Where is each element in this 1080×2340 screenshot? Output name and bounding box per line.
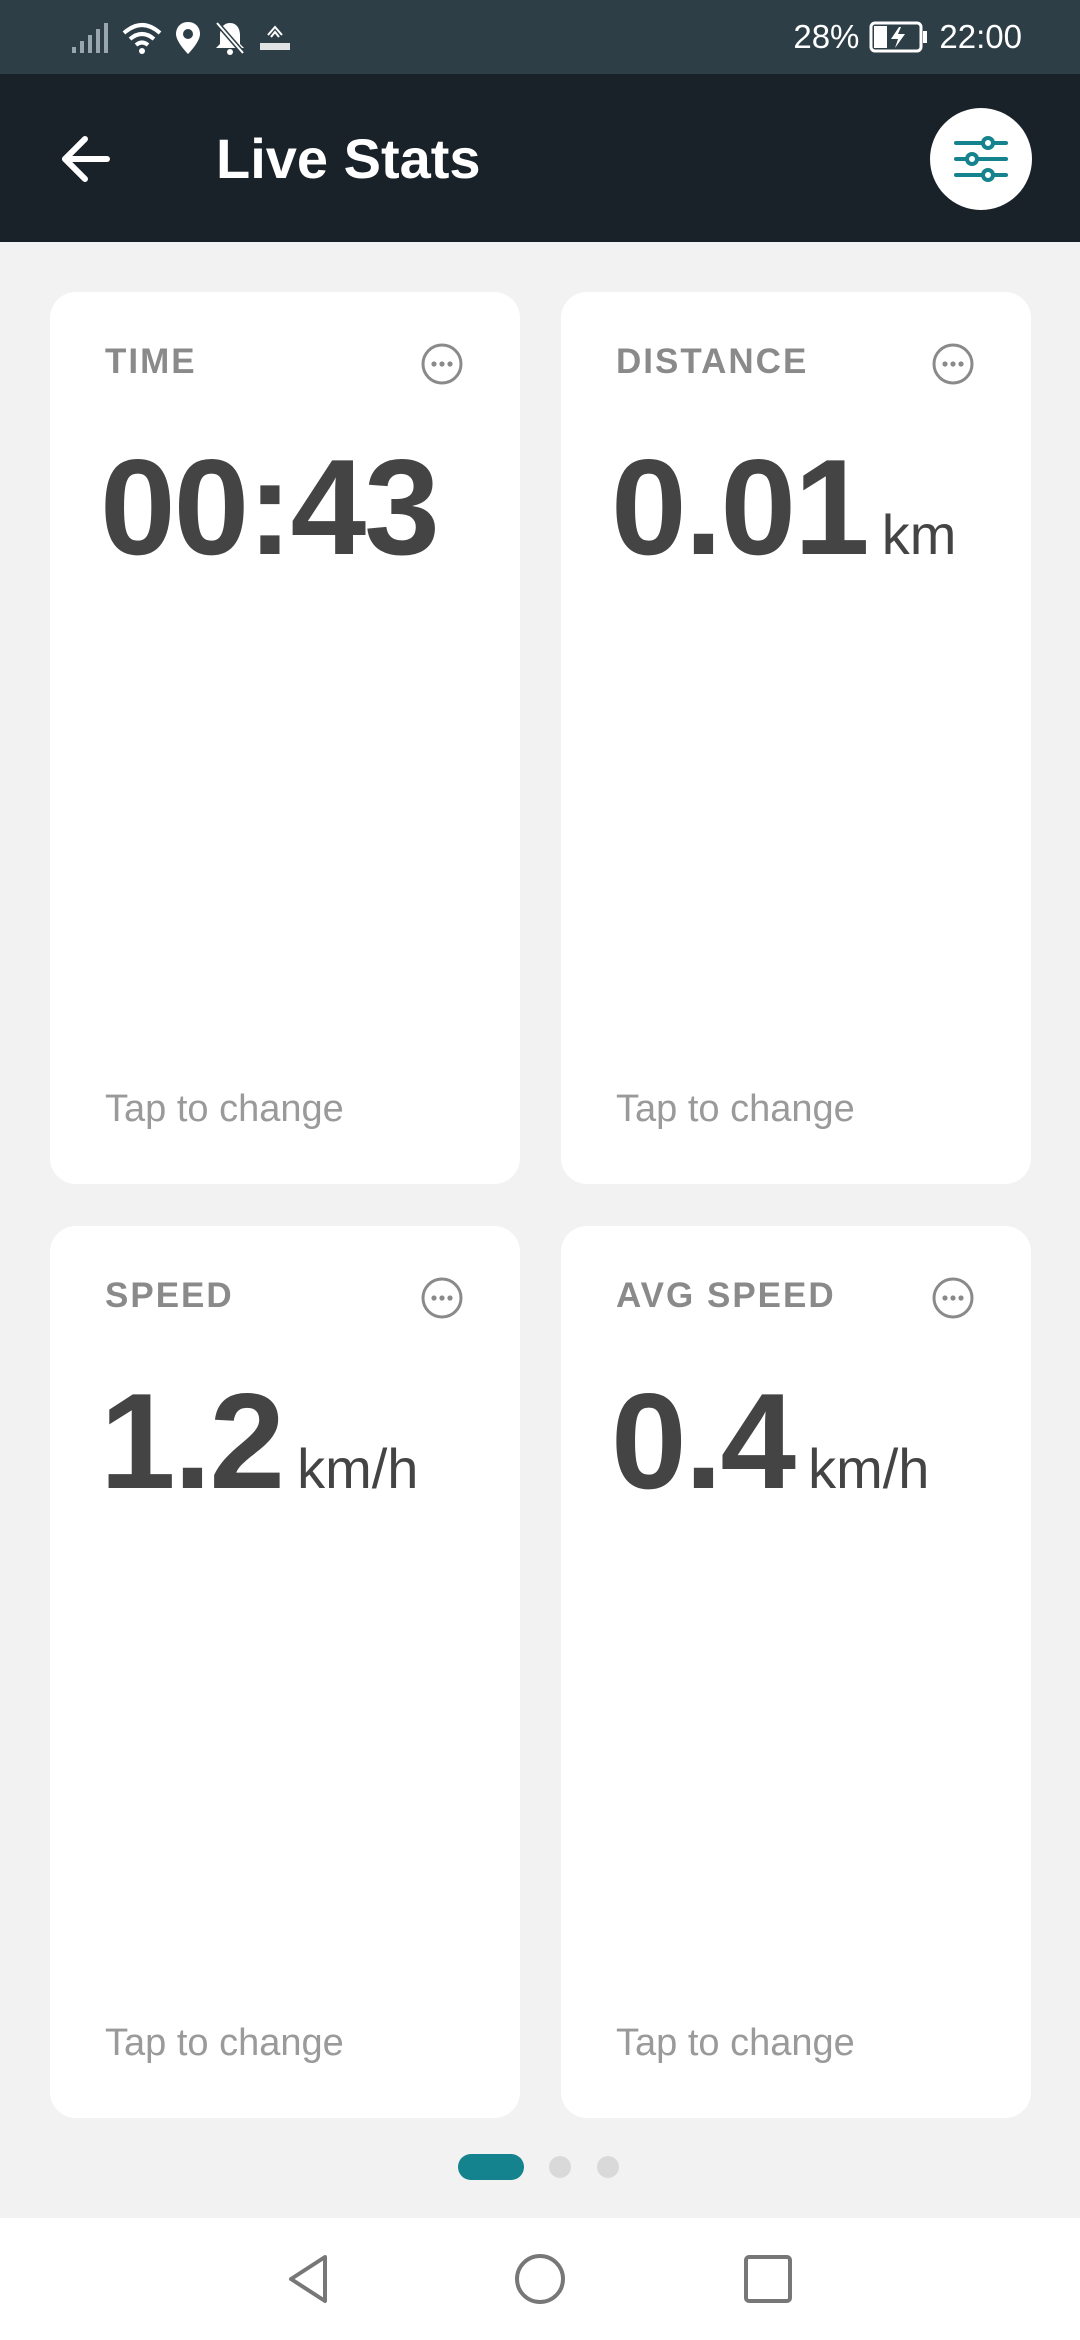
bell-off-icon — [215, 21, 245, 55]
stat-value-row: 1.2 km/h — [100, 1366, 418, 1516]
arrow-left-icon — [62, 136, 110, 182]
stat-card-speed[interactable]: SPEED 1.2 km/h Tap to change — [50, 1226, 520, 2118]
nav-recents-button[interactable] — [733, 2244, 803, 2314]
page-dot[interactable] — [597, 2156, 619, 2178]
stat-label: TIME — [105, 342, 197, 381]
stat-unit: km/h — [297, 1437, 419, 1500]
stat-card-distance[interactable]: DISTANCE 0.01 km Tap to change — [561, 292, 1031, 1184]
filter-button[interactable] — [930, 108, 1032, 210]
more-options-icon[interactable] — [931, 342, 975, 386]
stat-value: 1.2 — [100, 1365, 285, 1517]
page-dot[interactable] — [549, 2156, 571, 2178]
home-circle-icon — [515, 2254, 565, 2304]
signal-icon — [72, 23, 108, 53]
battery-percent: 28% — [793, 18, 860, 55]
stat-label: DISTANCE — [616, 342, 809, 381]
more-options-icon[interactable] — [420, 342, 464, 386]
more-options-icon[interactable] — [931, 1276, 975, 1320]
app-bar: Live Stats — [0, 74, 1080, 242]
stat-card-time[interactable]: TIME 00:43 Tap to change — [50, 292, 520, 1184]
clock: 22:00 — [939, 18, 1022, 55]
stat-value-row: 0.4 km/h — [611, 1366, 929, 1516]
recents-square-icon — [744, 2255, 792, 2303]
stat-value-row: 0.01 km — [611, 432, 956, 582]
stat-value: 00:43 — [100, 431, 440, 583]
page-dot-active[interactable] — [458, 2154, 524, 2180]
nav-home-button[interactable] — [505, 2244, 575, 2314]
battery-charging-icon — [869, 20, 929, 54]
location-icon — [176, 22, 200, 54]
grid90-icon — [260, 25, 290, 50]
more-options-icon[interactable] — [420, 1276, 464, 1320]
stat-value: 0.01 — [611, 431, 870, 583]
stat-value: 0.4 — [611, 1365, 796, 1517]
page-indicator — [0, 2152, 1080, 2182]
system-nav-bar — [0, 2218, 1080, 2340]
nav-back-button[interactable] — [274, 2244, 344, 2314]
page-title: Live Stats — [216, 127, 481, 190]
back-triangle-icon — [289, 2255, 327, 2303]
tap-to-change-hint: Tap to change — [105, 1088, 344, 1130]
tap-to-change-hint: Tap to change — [616, 1088, 855, 1130]
status-bar: 28% 22:00 — [0, 0, 1080, 74]
stat-unit: km/h — [808, 1437, 930, 1500]
stat-card-avg-speed[interactable]: AVG SPEED 0.4 km/h Tap to change — [561, 1226, 1031, 2118]
wifi-icon — [122, 23, 162, 54]
tap-to-change-hint: Tap to change — [616, 2022, 855, 2064]
stat-unit: km — [881, 503, 957, 566]
stat-value-row: 00:43 — [100, 432, 452, 582]
stat-label: AVG SPEED — [616, 1276, 836, 1315]
stat-label: SPEED — [105, 1276, 234, 1315]
status-icons — [70, 18, 292, 58]
sliders-icon — [954, 136, 1008, 182]
back-button[interactable] — [50, 124, 120, 194]
status-right: 28% 22:00 — [793, 14, 1022, 60]
tap-to-change-hint: Tap to change — [105, 2022, 344, 2064]
